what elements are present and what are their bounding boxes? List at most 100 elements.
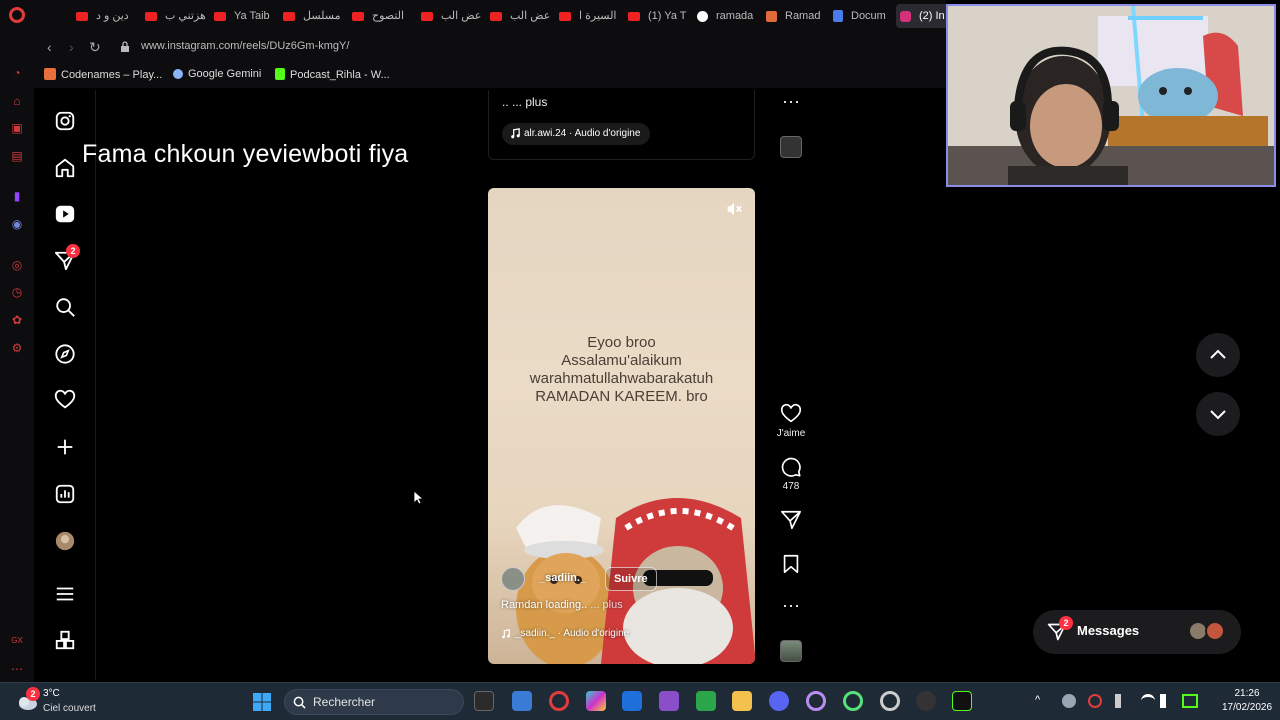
aria-icon[interactable]: ⌂ (10, 94, 24, 108)
tab[interactable]: السيرة ا (559, 8, 617, 24)
previous-reel-audio[interactable]: alr.awi.24 · Audio d'origine (502, 123, 651, 145)
tab[interactable]: Ya Taib (214, 8, 270, 24)
url-field[interactable]: www.instagram.com/reels/DUz6Gm-kmgY/ (141, 40, 349, 52)
extensions-icon[interactable]: ✿ (10, 313, 24, 327)
audio-thumbnail[interactable] (780, 640, 802, 662)
reels-icon[interactable] (54, 203, 76, 225)
task-view-icon[interactable] (474, 691, 494, 711)
settings-icon[interactable]: ⚙ (10, 341, 24, 355)
scroll-down-button[interactable] (1196, 392, 1240, 436)
tab[interactable]: دين و د (76, 8, 129, 24)
stream-overlay-caption: Fama chkoun yeviewboti fiya (82, 140, 409, 168)
dashboard-icon[interactable] (54, 483, 76, 505)
like-heart-icon[interactable] (780, 403, 802, 430)
messenger-icon[interactable]: ▤ (10, 149, 24, 163)
gx-icon[interactable]: GX (10, 634, 24, 648)
messages-label: Messages (1077, 623, 1140, 638)
opera-air-icon[interactable] (843, 691, 863, 711)
instagram-nav: 2 (34, 90, 96, 680)
codenames-icon (44, 68, 56, 80)
instagram-logo-icon[interactable] (54, 110, 76, 132)
tab[interactable]: هزتني ب (145, 8, 206, 24)
tab[interactable]: مسلسل (283, 8, 341, 24)
history-icon[interactable]: ◷ (10, 285, 24, 299)
instagram-icon (900, 10, 911, 22)
obs-icon[interactable] (916, 691, 936, 711)
store-icon[interactable] (622, 691, 642, 711)
tab-bar: دين و د هزتني ب Ya Taib مسلسل التصوح عض … (34, 0, 946, 32)
tab[interactable]: عض الب (421, 8, 481, 24)
messages-button[interactable]: 2 Messages (1033, 610, 1241, 654)
page-scrollbar[interactable] (1270, 190, 1280, 680)
gamma-icon (766, 10, 777, 22)
tab[interactable]: التصوح (352, 8, 404, 24)
reload-button[interactable]: ↻ (89, 39, 101, 55)
tray-chevron-icon[interactable]: ^ (1035, 694, 1049, 708)
opera-white-icon[interactable] (880, 691, 900, 711)
follow-button[interactable]: Suivre (605, 567, 657, 591)
microphone-icon[interactable] (1115, 694, 1121, 708)
tab[interactable]: (1) Ya T (628, 8, 687, 24)
reel-audio[interactable]: _sadiin._ · Audio d'origine (501, 628, 629, 639)
comment-icon[interactable] (780, 456, 802, 483)
onedrive-icon[interactable] (1062, 694, 1076, 708)
opera-gx-icon[interactable] (549, 691, 569, 711)
volume-icon[interactable] (1160, 694, 1174, 708)
previous-audio-thumbnail[interactable] (780, 136, 802, 158)
twitch-icon[interactable]: ▮ (10, 189, 24, 203)
discord-icon[interactable] (769, 691, 789, 711)
speed-dial-icon[interactable]: ◔ (10, 66, 24, 80)
profile-avatar[interactable] (54, 530, 76, 552)
share-icon[interactable] (780, 509, 802, 536)
forward-button[interactable]: › (69, 39, 74, 55)
back-button[interactable]: ‹ (47, 39, 52, 55)
taskbar-clock[interactable]: 21:26 17/02/2026 (1222, 687, 1272, 715)
previous-reel-more[interactable]: .. ... plus (502, 95, 547, 109)
tab[interactable]: Ramad (766, 8, 820, 24)
explore-icon[interactable] (54, 343, 76, 365)
bookmark-codenames[interactable]: Codenames – Play... (44, 68, 162, 81)
search-input[interactable] (313, 695, 453, 709)
author-username[interactable]: _sadiin._ (539, 572, 586, 584)
file-explorer-icon[interactable] (732, 691, 752, 711)
player-icon[interactable]: ◎ (10, 258, 24, 272)
scroll-up-button[interactable] (1196, 333, 1240, 377)
more-options-icon[interactable]: ··· (780, 596, 802, 614)
apps-grid-icon[interactable] (54, 629, 76, 651)
home-icon[interactable] (54, 157, 76, 179)
menu-hamburger-icon[interactable] (54, 583, 76, 605)
xbox-icon[interactable] (696, 691, 716, 711)
messages-icon[interactable]: 2 (54, 244, 80, 272)
wifi-icon[interactable] (1141, 694, 1155, 708)
opera-logo-icon[interactable] (9, 7, 25, 23)
battery-icon[interactable] (1182, 694, 1198, 708)
tab[interactable]: Docum (833, 8, 886, 24)
search-icon[interactable] (54, 296, 76, 318)
opera-icon[interactable] (806, 691, 826, 711)
muted-speaker-icon[interactable] (725, 200, 743, 218)
proton-icon[interactable] (659, 691, 679, 711)
create-plus-icon[interactable] (54, 436, 76, 458)
tab[interactable]: ramada (697, 8, 753, 24)
tab[interactable]: عض الب (490, 8, 550, 24)
search-icon (293, 696, 306, 709)
tab-active[interactable]: (2) In (896, 4, 946, 28)
bookmark-kick[interactable]: Podcast_Rihla - W... (275, 68, 390, 81)
streaming-app-icon[interactable] (952, 691, 972, 711)
workspace-icon[interactable]: ▣ (10, 121, 24, 135)
reel-video[interactable]: Eyoo broo Assalamu'alaikum warahmatullah… (488, 188, 755, 664)
discord-icon[interactable]: ◉ (10, 217, 24, 231)
notifications-heart-icon[interactable] (54, 389, 76, 411)
bookmark-gemini[interactable]: Google Gemini (173, 68, 261, 80)
windows-start-icon[interactable] (252, 692, 272, 712)
previous-more-options-icon[interactable]: ··· (780, 92, 802, 110)
weather-app-icon[interactable] (512, 691, 532, 711)
author-avatar[interactable] (501, 567, 525, 591)
tray-opera-icon[interactable] (1088, 694, 1102, 708)
mouse-cursor-icon (414, 491, 424, 505)
reel-description[interactable]: Ramdan loading.. ... plus (501, 599, 623, 611)
more-icon[interactable]: ⋯ (10, 662, 24, 676)
save-bookmark-icon[interactable] (780, 553, 802, 580)
taskbar-search[interactable] (284, 689, 464, 715)
copilot-icon[interactable] (586, 691, 606, 711)
